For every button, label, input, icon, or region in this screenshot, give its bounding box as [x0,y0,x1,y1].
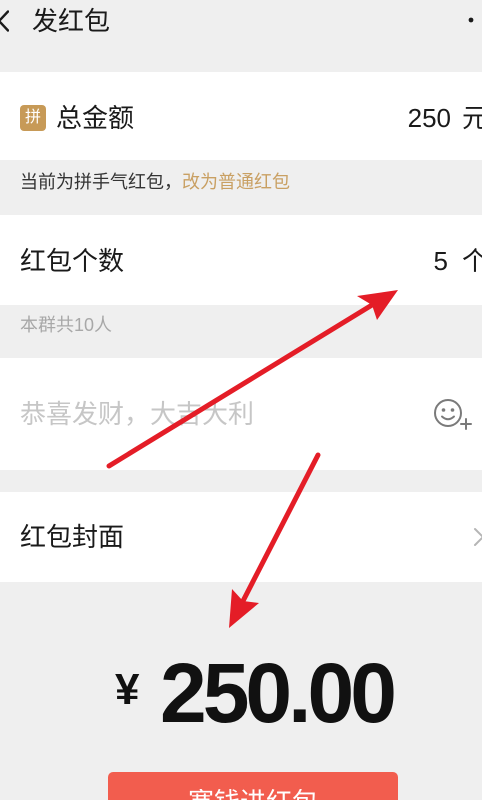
group-member-count: 本群共10人 [20,315,113,335]
packet-count-row[interactable]: 红包个数 个 [0,215,482,305]
greeting-row [0,358,482,470]
emoji-add-icon[interactable] [433,398,473,432]
greeting-input[interactable] [20,397,420,431]
switch-to-normal-packet-link[interactable]: 改为普通红包 [182,172,290,192]
chevron-right-icon [474,528,482,546]
top-bar: 发红包 [0,0,482,60]
chevron-left-icon[interactable] [0,10,9,32]
currency-symbol: ¥ [115,665,140,714]
total-amount-input[interactable] [331,101,451,135]
put-money-button[interactable]: 塞钱进红包 [108,772,398,800]
total-amount-display: 250.00 [160,646,397,740]
total-amount-label: 总金额 [56,103,135,133]
packet-cover-label: 红包封面 [20,522,125,552]
mode-hint-text: 当前为拼手气红包， [20,172,182,192]
mode-hint: 当前为拼手气红包，改为普通红包 [20,170,290,194]
amount-unit: 元 [462,103,482,133]
more-icon[interactable] [466,15,476,25]
packet-count-input[interactable] [328,244,448,278]
page-title: 发红包 [32,6,111,36]
group-hint-bar: 本群共10人 [0,305,482,358]
packet-cover-row[interactable]: 红包封面 [0,492,482,582]
packet-count-label: 红包个数 [20,246,125,276]
mode-hint-bar: 当前为拼手气红包，改为普通红包 [0,160,482,215]
lucky-mode-badge: 拼 [20,105,46,131]
send-red-packet-screen: 发红包 拼 总金额 元 当前为拼手气红包，改为普通红包 红包个数 个 本群共10… [0,0,482,800]
put-money-button-label: 塞钱进红包 [108,789,398,800]
count-unit: 个 [462,246,482,276]
total-amount-row[interactable]: 拼 总金额 元 [0,72,482,160]
